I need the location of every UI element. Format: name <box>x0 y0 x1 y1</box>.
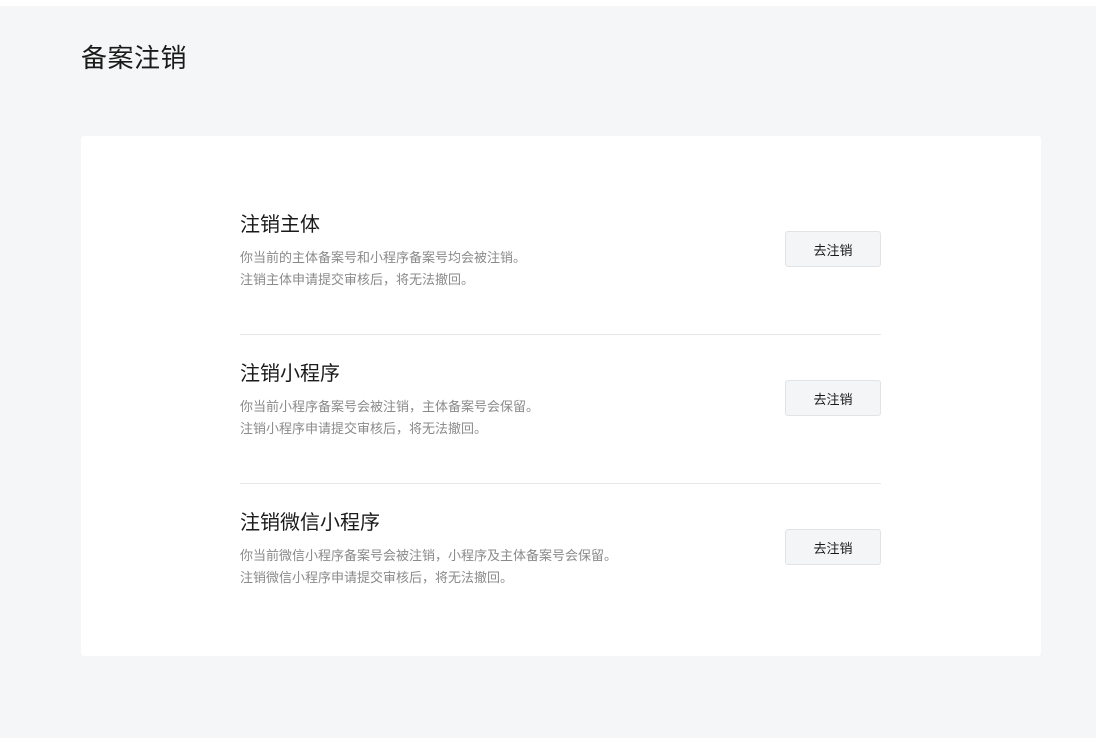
cancellation-options-list: 注销主体 你当前的主体备案号和小程序备案号均会被注销。 注销主体申请提交审核后，… <box>240 186 881 633</box>
page-title: 备案注销 <box>81 44 188 74</box>
cancel-mini-program-button[interactable]: 去注销 <box>785 380 881 416</box>
option-cancel-mini-program: 注销小程序 你当前小程序备案号会被注销，主体备案号会保留。 注销小程序申请提交审… <box>240 335 881 484</box>
option-description: 你当前的主体备案号和小程序备案号均会被注销。 注销主体申请提交审核后，将无法撤回… <box>240 248 526 292</box>
option-cancel-wechat-mini-program: 注销微信小程序 你当前微信小程序备案号会被注销，小程序及主体备案号会保留。 注销… <box>240 484 881 633</box>
option-description-line: 你当前小程序备案号会被注销，主体备案号会保留。 <box>240 400 540 415</box>
cancel-entity-button[interactable]: 去注销 <box>785 231 881 267</box>
option-title: 注销小程序 <box>240 361 340 385</box>
option-description-line: 注销主体申请提交审核后，将无法撤回。 <box>240 273 475 288</box>
option-description-line: 你当前微信小程序备案号会被注销，小程序及主体备案号会保留。 <box>240 549 618 564</box>
option-description: 你当前微信小程序备案号会被注销，小程序及主体备案号会保留。 注销微信小程序申请提… <box>240 546 617 590</box>
option-title: 注销微信小程序 <box>240 510 380 534</box>
cancellation-card: 注销主体 你当前的主体备案号和小程序备案号均会被注销。 注销主体申请提交审核后，… <box>81 136 1041 656</box>
cancel-wechat-mini-program-button[interactable]: 去注销 <box>785 529 881 565</box>
option-description-line: 注销微信小程序申请提交审核后，将无法撤回。 <box>240 571 514 586</box>
option-cancel-entity: 注销主体 你当前的主体备案号和小程序备案号均会被注销。 注销主体申请提交审核后，… <box>240 186 881 335</box>
option-description-line: 注销小程序申请提交审核后，将无法撤回。 <box>240 422 488 437</box>
page-background: 备案注销 注销主体 你当前的主体备案号和小程序备案号均会被注销。 注销主体申请提… <box>0 6 1096 738</box>
option-description-line: 你当前的主体备案号和小程序备案号均会被注销。 <box>240 251 527 266</box>
option-title: 注销主体 <box>240 212 320 236</box>
option-description: 你当前小程序备案号会被注销，主体备案号会保留。 注销小程序申请提交审核后，将无法… <box>240 397 539 441</box>
